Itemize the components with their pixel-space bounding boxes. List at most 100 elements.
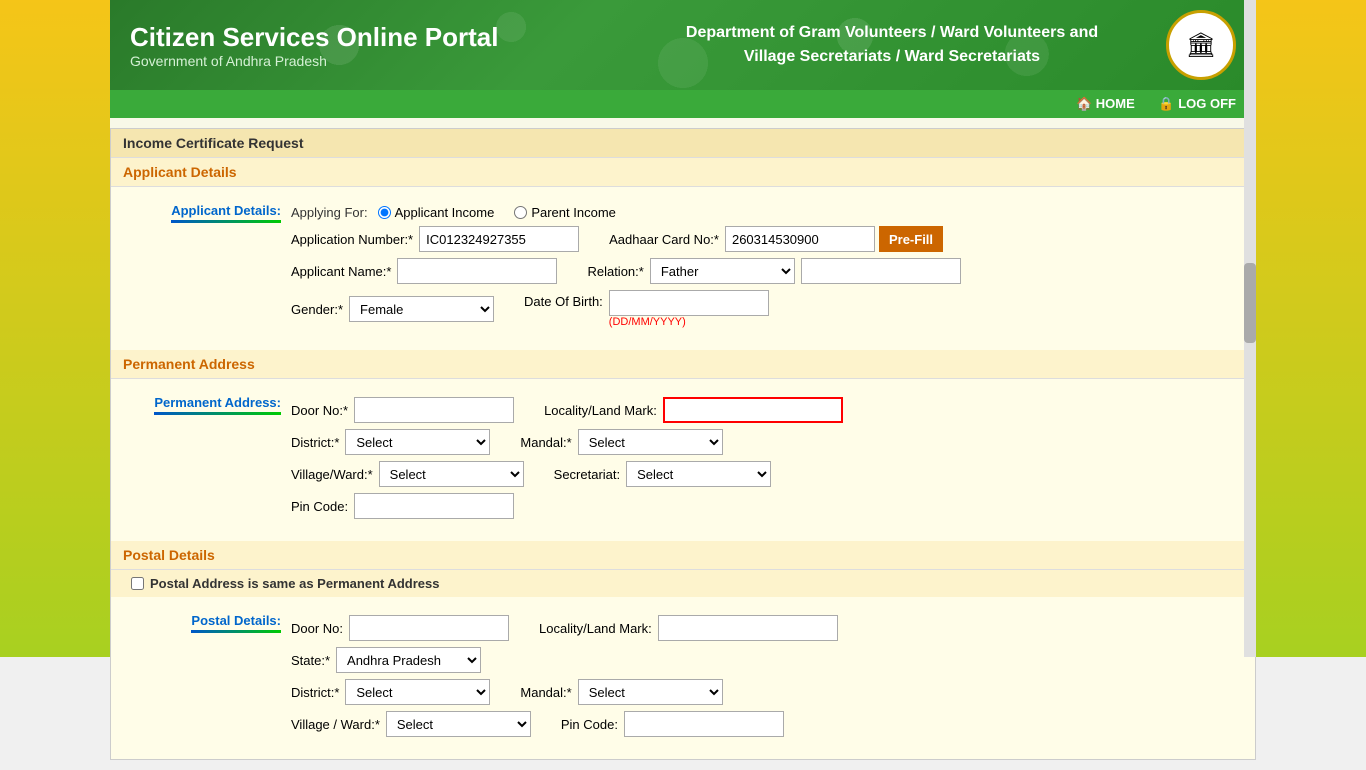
postal-mandal-label: Mandal:* [520, 685, 571, 700]
aadhaar-input[interactable] [725, 226, 875, 252]
scrollbar[interactable] [1244, 0, 1256, 657]
relation-controls: Father Mother Spouse [650, 258, 961, 284]
perm-section-header: Permanent Address [111, 350, 1255, 379]
dob-input[interactable] [609, 290, 769, 316]
postal-pin-input[interactable] [624, 711, 784, 737]
relation-select[interactable]: Father Mother Spouse [650, 258, 795, 284]
prefill-button[interactable]: Pre-Fill [879, 226, 943, 252]
portal-subtitle: Government of Andhra Pradesh [130, 53, 638, 69]
perm-door-input[interactable] [354, 397, 514, 423]
postal-door-locality-row: Door No: Locality/Land Mark: [291, 615, 1235, 641]
perm-district-group: District:* Select Anantapur [291, 429, 490, 455]
postal-state-select[interactable]: Andhra Pradesh Telangana [336, 647, 481, 673]
postal-district-select[interactable]: Select [345, 679, 490, 705]
perm-village-label: Village/Ward:* [291, 467, 373, 482]
perm-door-label: Door No:* [291, 403, 348, 418]
perm-pin-row: Pin Code: [291, 493, 1235, 519]
postal-door-label: Door No: [291, 621, 343, 636]
perm-pin-input[interactable] [354, 493, 514, 519]
postal-locality-label: Locality/Land Mark: [539, 621, 652, 636]
postal-locality-input[interactable] [658, 615, 838, 641]
page-title: Income Certificate Request [111, 129, 1255, 158]
perm-district-mandal-row: District:* Select Anantapur Mandal:* Sel… [291, 429, 1235, 455]
gender-label: Gender:* [291, 302, 343, 317]
radio-parent-input[interactable] [514, 206, 527, 219]
perm-mandal-label: Mandal:* [520, 435, 571, 450]
perm-village-select[interactable]: Select [379, 461, 524, 487]
applicant-name-group: Applicant Name:* [291, 258, 557, 284]
postal-district-mandal-row: District:* Select Mandal:* Select [291, 679, 1235, 705]
relation-text-input[interactable] [801, 258, 961, 284]
perm-door-locality-row: Door No:* Locality/Land Mark: [291, 397, 1235, 423]
perm-locality-group: Locality/Land Mark: [544, 397, 843, 423]
perm-district-select[interactable]: Select Anantapur [345, 429, 490, 455]
applying-for-row: Applying For: Applicant Income Parent In… [291, 199, 1255, 340]
portal-title: Citizen Services Online Portal [130, 22, 638, 53]
dob-group: Date Of Birth: (DD/MM/YYYY) [524, 290, 769, 328]
postal-village-select[interactable]: Select [386, 711, 531, 737]
postal-pin-group: Pin Code: [561, 711, 784, 737]
dob-label: Date Of Birth: [524, 294, 603, 309]
perm-tab-label: Permanent Address: [154, 395, 281, 415]
postal-village-pin-row: Village / Ward:* Select Pin Code: [291, 711, 1235, 737]
applicant-name-label: Applicant Name:* [291, 264, 391, 279]
postal-pin-label: Pin Code: [561, 717, 618, 732]
applicant-name-input[interactable] [397, 258, 557, 284]
gender-select[interactable]: Female Male Other [349, 296, 494, 322]
applicant-tab-label: Applicant Details: [171, 203, 281, 223]
header-left: Citizen Services Online Portal Governmen… [130, 22, 638, 69]
perm-secretariat-select[interactable]: Select [626, 461, 771, 487]
name-relation-row: Applicant Name:* Relation:* Father Mothe… [291, 258, 1255, 284]
radio-applicant-income[interactable]: Applicant Income [378, 205, 495, 220]
perm-village-group: Village/Ward:* Select [291, 461, 524, 487]
perm-tab-container: Permanent Address: [111, 391, 291, 531]
postal-tab-label: Postal Details: [191, 613, 281, 633]
scrollbar-thumb[interactable] [1244, 263, 1256, 343]
dob-hint: (DD/MM/YYYY) [609, 316, 769, 328]
gender-group: Gender:* Female Male Other [291, 296, 494, 322]
applicant-tab-container: Applicant Details: [111, 199, 291, 340]
main-content: Income Certificate Request Applicant Det… [110, 128, 1256, 760]
logo-symbol: 🏛 [1186, 31, 1216, 60]
perm-mandal-select[interactable]: Select [578, 429, 723, 455]
relation-label: Relation:* [587, 264, 643, 279]
postal-state-row: State:* Andhra Pradesh Telangana [291, 647, 1235, 673]
postal-village-label: Village / Ward:* [291, 717, 380, 732]
aadhaar-label: Aadhaar Card No:* [609, 232, 719, 247]
applicant-section-header: Applicant Details [111, 158, 1255, 187]
logoff-link[interactable]: 🔒 LOG OFF [1158, 96, 1236, 111]
perm-locality-input[interactable] [663, 397, 843, 423]
app-number-label: Application Number:* [291, 232, 413, 247]
radio-parent-income[interactable]: Parent Income [514, 205, 616, 220]
perm-secretariat-group: Secretariat: Select [554, 461, 771, 487]
same-address-label[interactable]: Postal Address is same as Permanent Addr… [150, 576, 440, 591]
dept-name: Department of Gram Volunteers / Ward Vol… [638, 21, 1146, 69]
radio-applicant-input[interactable] [378, 206, 391, 219]
app-aadhaar-row: Application Number:* Aadhaar Card No:* P… [291, 226, 1255, 252]
dob-container: (DD/MM/YYYY) [609, 290, 769, 328]
postal-locality-group: Locality/Land Mark: [539, 615, 838, 641]
postal-state-label: State:* [291, 653, 330, 668]
postal-mandal-select[interactable]: Select [578, 679, 723, 705]
postal-door-input[interactable] [349, 615, 509, 641]
radio-parent-label: Parent Income [531, 205, 616, 220]
postal-section-header: Postal Details [111, 541, 1255, 570]
applicant-tab-row: Applicant Details: Applying For: Applica… [111, 197, 1255, 340]
header: Citizen Services Online Portal Governmen… [110, 0, 1256, 90]
radio-group: Applicant Income Parent Income [378, 205, 616, 220]
applying-for-label: Applying For: [291, 205, 368, 220]
app-number-input[interactable] [419, 226, 579, 252]
aadhaar-group: Aadhaar Card No:* Pre-Fill [609, 226, 943, 252]
perm-village-sec-row: Village/Ward:* Select Secretariat: Selec… [291, 461, 1235, 487]
perm-mandal-group: Mandal:* Select [520, 429, 722, 455]
perm-fields: Door No:* Locality/Land Mark: District:* [291, 391, 1255, 531]
perm-locality-label: Locality/Land Mark: [544, 403, 657, 418]
header-logo: 🏛 [1166, 10, 1236, 80]
same-address-checkbox[interactable] [131, 577, 144, 590]
postal-village-group: Village / Ward:* Select [291, 711, 531, 737]
home-link[interactable]: 🏠 HOME [1076, 96, 1135, 111]
relation-group: Relation:* Father Mother Spouse [587, 258, 960, 284]
dept-line2: Village Secretariats / Ward Secretariats [744, 48, 1040, 65]
applying-for-group: Applying For: Applicant Income Parent In… [291, 205, 1255, 220]
app-number-group: Application Number:* [291, 226, 579, 252]
